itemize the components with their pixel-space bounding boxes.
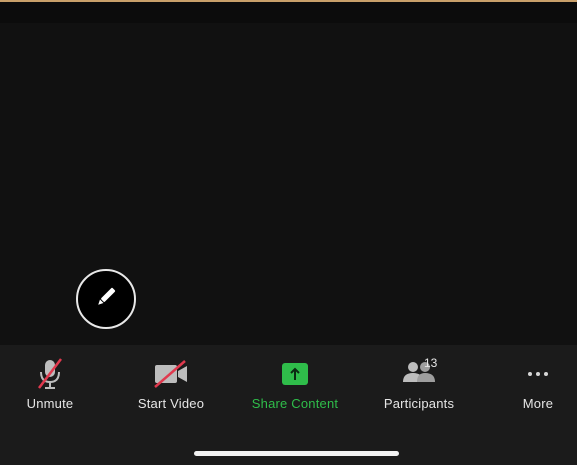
more-dots-icon bbox=[508, 356, 568, 392]
participants-icon-wrap: 13 bbox=[366, 356, 472, 392]
annotate-button[interactable] bbox=[76, 269, 136, 329]
muted-microphone-icon bbox=[10, 356, 90, 392]
unmute-button[interactable]: Unmute bbox=[10, 356, 90, 416]
home-indicator[interactable] bbox=[194, 451, 399, 456]
start-video-button[interactable]: Start Video bbox=[118, 356, 224, 416]
participants-button[interactable]: 13 Participants bbox=[366, 356, 472, 416]
top-status-bar bbox=[0, 2, 577, 23]
more-button[interactable]: More bbox=[508, 356, 568, 416]
more-label: More bbox=[522, 396, 554, 411]
video-off-icon bbox=[118, 356, 224, 392]
meeting-toolbar: Unmute Start Video Share Content 13 Part… bbox=[0, 345, 577, 465]
start-video-label: Start Video bbox=[137, 396, 205, 411]
share-content-label: Share Content bbox=[251, 396, 339, 411]
participants-label: Participants bbox=[383, 396, 455, 411]
pencil-icon bbox=[93, 284, 119, 315]
participants-count: 13 bbox=[424, 356, 438, 370]
share-screen-icon bbox=[236, 356, 354, 392]
share-content-button[interactable]: Share Content bbox=[236, 356, 354, 416]
unmute-label: Unmute bbox=[26, 396, 74, 411]
